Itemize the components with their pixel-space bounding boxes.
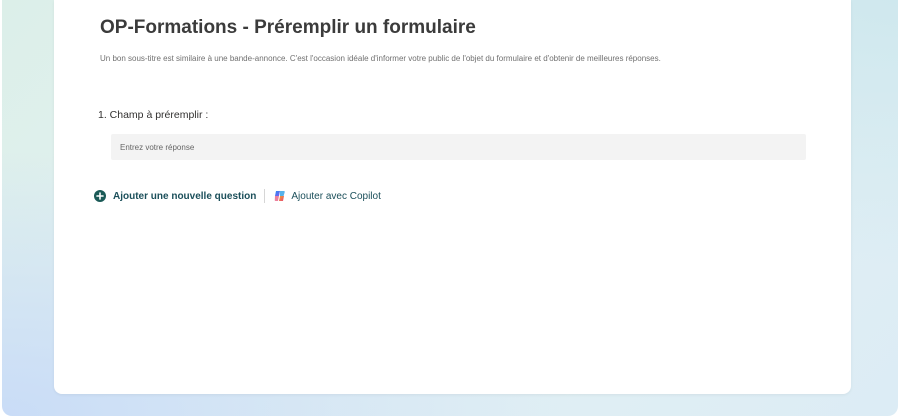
form-title[interactable]: OP-Formations - Préremplir un formulaire	[100, 17, 476, 39]
add-with-copilot-button[interactable]: Ajouter avec Copilot	[273, 189, 381, 203]
page-background: OP-Formations - Préremplir un formulaire…	[2, 0, 898, 416]
plus-circle-icon	[94, 190, 106, 202]
answer-input[interactable]: Entrez votre réponse	[111, 134, 806, 160]
add-question-button[interactable]: Ajouter une nouvelle question	[94, 190, 256, 202]
add-question-label: Ajouter une nouvelle question	[113, 190, 257, 202]
add-actions: Ajouter une nouvelle question Ajouter av…	[94, 187, 381, 205]
copilot-icon	[273, 189, 287, 203]
add-with-copilot-label: Ajouter avec Copilot	[291, 190, 381, 202]
actions-divider	[264, 189, 266, 203]
form-card: OP-Formations - Préremplir un formulaire…	[54, 0, 851, 394]
question-label[interactable]: 1. Champ à préremplir :	[98, 109, 208, 121]
answer-placeholder: Entrez votre réponse	[120, 142, 195, 152]
form-subtitle[interactable]: Un bon sous-titre est similaire à une ba…	[100, 54, 661, 63]
